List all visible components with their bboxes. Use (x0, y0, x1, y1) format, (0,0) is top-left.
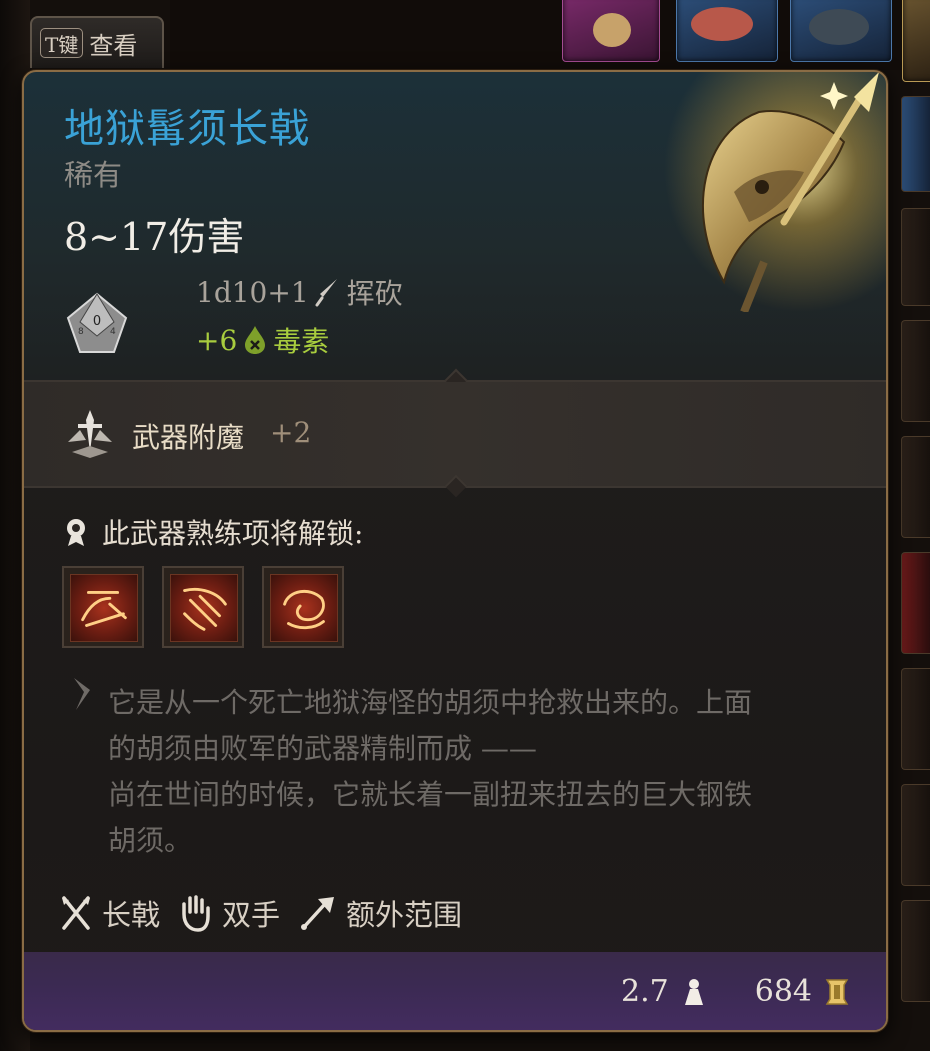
divider (24, 474, 886, 498)
description-line: 胡须。 (108, 824, 193, 857)
action-icon-3 (283, 589, 325, 630)
damage-dice: 1d10+1 (196, 275, 309, 309)
enchantment-bonus: +2 (270, 416, 312, 449)
tag-label: 额外范围 (346, 898, 463, 932)
action-icon-2 (183, 587, 227, 631)
slashing-icon (315, 279, 337, 307)
description-line: 尚在世间的时候，它就长着一副扭来扭去的巨大钢铁 (108, 778, 753, 811)
item-tags: 长戟 双手 额外范围 (60, 892, 462, 934)
inventory-slot[interactable] (901, 96, 930, 192)
tag-extra-reach: 额外范围 (298, 892, 462, 934)
description-line: 它是从一个死亡地狱海怪的胡须中抢救出来的。上面 (108, 686, 753, 719)
tag-label: 双手 (222, 898, 281, 932)
tag-two-handed: 双手 (178, 892, 280, 934)
weapon-action-list (62, 566, 344, 648)
keyboard-key: T键 (40, 28, 84, 58)
item-name: 地狱髯须长戟 (64, 106, 310, 152)
crossed-weapons-icon (62, 896, 90, 930)
inventory-slot[interactable] (901, 552, 930, 654)
examine-label: 查看 (89, 31, 138, 60)
inventory-slot[interactable] (562, 0, 660, 62)
inventory-slot[interactable] (676, 0, 778, 62)
enchantment-label: 武器附魔 (132, 421, 245, 454)
description-line: 的胡须由败军的武器精制而成 —— (108, 732, 537, 765)
proficiency-text: 此武器熟练项将解锁: (102, 517, 364, 550)
enchantment-row: 武器附魔 +2 (24, 382, 886, 486)
item-rarity: 稀有 (64, 158, 123, 192)
item-tooltip: 地狱髯须长戟 稀有 8~17伤害 0 8 4 1d10+1 挥砍 +6 毒素 武… (22, 70, 888, 1032)
inventory-slot[interactable] (901, 208, 930, 306)
gold-coin-icon (825, 978, 849, 1005)
d10-dice-icon: 0 8 4 (66, 292, 128, 353)
item-weight: 2.7 (621, 974, 669, 1009)
damage-summary: 8~17伤害 (64, 215, 245, 259)
poison-icon (245, 326, 266, 354)
damage-bonus: +6 (196, 323, 238, 357)
weapon-action-slot[interactable] (62, 566, 144, 648)
weapon-action-slot[interactable] (162, 566, 244, 648)
inventory-slot[interactable] (901, 320, 930, 422)
inventory-slot[interactable] (901, 784, 930, 886)
svg-text:0: 0 (93, 314, 101, 329)
inventory-slot[interactable] (901, 436, 930, 538)
weapon-action-slot[interactable] (262, 566, 344, 648)
action-icon-1 (81, 591, 127, 627)
inventory-slot[interactable] (790, 0, 892, 62)
tag-weapon-type: 长戟 (60, 892, 160, 934)
item-description: 它是从一个死亡地狱海怪的胡须中抢救出来的。上面 的胡须由败军的武器精制而成 ——… (108, 680, 848, 864)
inventory-slot[interactable] (901, 668, 930, 770)
damage-line-slashing: 1d10+1 挥砍 (196, 272, 403, 312)
enchantment-icon (68, 410, 112, 458)
examine-key-hint[interactable]: T键 查看 (30, 16, 164, 68)
proficiency-header: 此武器熟练项将解锁: (62, 512, 363, 552)
inventory-slot[interactable] (901, 900, 930, 1002)
proficiency-icon (67, 519, 85, 546)
damage-line-poison: +6 毒素 (196, 320, 329, 360)
item-footer: 2.7 684 (24, 952, 886, 1030)
glaive-weapon-icon (664, 72, 886, 312)
item-value: 684 (754, 974, 812, 1009)
lore-quote-icon (74, 678, 90, 710)
tag-label: 长戟 (102, 898, 161, 932)
weight-icon (684, 978, 703, 1005)
reach-icon (301, 897, 335, 930)
inventory-slot[interactable] (902, 0, 930, 82)
damage-type: 毒素 (273, 325, 330, 358)
damage-type: 挥砍 (346, 277, 403, 310)
svg-text:4: 4 (110, 327, 116, 337)
svg-text:8: 8 (78, 327, 84, 337)
hand-icon (182, 895, 210, 932)
